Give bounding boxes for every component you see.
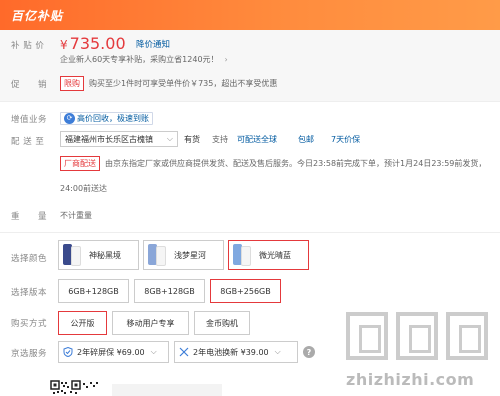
address-text: 福建福州市长乐区古槐镇 (65, 135, 153, 144)
phone-thumbnail-icon (232, 243, 254, 267)
chevron-down-icon: ⌵ (166, 134, 173, 143)
subsidy-price-label: 补 贴 价 (11, 41, 45, 51)
screen-protection-addon[interactable]: 2年碎屏保 ¥69.00 ⌵ (58, 341, 169, 363)
divider (0, 232, 500, 233)
battery-replacement-addon[interactable]: 2年电池换新 ¥39.00 ⌵ (174, 341, 298, 363)
version-option-label: 8GB+256GB (220, 286, 271, 296)
version-option-6-128[interactable]: 6GB+128GB (58, 279, 129, 303)
site-watermark: zhizhizhi.com (316, 312, 500, 396)
purchase-option-label: 移动用户专享 (126, 318, 175, 328)
address-selector[interactable]: 福建福州市长乐区古槐镇 ⌵ (60, 131, 178, 147)
color-option-blue[interactable]: 微光晴蓝 (228, 240, 309, 270)
limit-tag: 限购 (60, 76, 84, 91)
global-shipping-link[interactable]: 可配送全球 (237, 134, 277, 145)
price-protection-link[interactable]: 7天价保 (331, 134, 360, 145)
subsidy-price: ¥735.00 (60, 34, 126, 53)
color-option-label: 微光晴蓝 (259, 250, 291, 260)
addon-text: 2年碎屏保 ¥69.00 (77, 347, 145, 357)
color-label: 选择颜色 (11, 254, 48, 264)
promotion-text: 购买至少1件时可享受单件价￥735，超出不享受优惠 (89, 79, 278, 88)
purchase-option-public[interactable]: 公开版 (58, 311, 107, 335)
phone-thumbnail-icon (62, 243, 84, 267)
recycle-icon: ⟳ (64, 112, 75, 124)
stock-status: 有货 (184, 135, 200, 144)
subsidy-header: 百亿补贴 (0, 0, 500, 30)
help-icon[interactable]: ? (303, 346, 315, 358)
purchase-option-label: 金币购机 (206, 318, 238, 328)
subsidy-note[interactable]: 企业新人60天专享补贴，采购立省1240元！ › (60, 54, 228, 65)
value-added-label: 增值业务 (11, 115, 48, 125)
subsidy-note-text: 企业新人60天专享补贴，采购立省1240元！ (60, 55, 219, 64)
wrench-icon (179, 347, 189, 357)
version-option-label: 8GB+128GB (144, 286, 195, 296)
purchase-option-label: 公开版 (70, 318, 95, 328)
qr-code-icon (50, 380, 110, 396)
version-label: 选择版本 (11, 288, 48, 298)
color-option-black[interactable]: 神秘黑境 (58, 240, 139, 270)
price-amount: 735.00 (69, 34, 126, 53)
version-option-8-256[interactable]: 8GB+256GB (210, 279, 281, 303)
purchase-mode-label: 购买方式 (11, 319, 48, 329)
color-option-starry[interactable]: 浅梦星河 (143, 240, 224, 270)
brand-title: 百亿补贴 (11, 9, 64, 23)
delivery-notice-line1: 由京东指定厂家或供应商提供发货、配送及售后服务。今日23:58前完成下单，预计1… (105, 159, 487, 168)
chevron-right-icon: › (224, 55, 228, 64)
chevron-down-icon: ⌵ (150, 347, 157, 356)
delivery-notice-line2: 24:00前送达 (60, 184, 108, 193)
promotion-label: 促 销 (11, 80, 48, 90)
support-label: 支持 (212, 135, 228, 144)
purchase-option-gold-coin[interactable]: 金币购机 (194, 311, 250, 335)
color-option-label: 神秘黑境 (89, 250, 121, 260)
jd-service-label: 京选服务 (11, 349, 48, 359)
purchase-option-mobile-user[interactable]: 移动用户专享 (112, 311, 189, 335)
vendor-delivery-tag: 厂商配送 (60, 156, 100, 171)
watermark-text: zhizhizhi.com (346, 370, 475, 389)
phone-thumbnail-icon (147, 243, 169, 267)
addon-text: 2年电池换新 ¥39.00 (193, 347, 269, 357)
color-option-label: 浅梦星河 (174, 250, 206, 260)
weight-value: 不计重量 (60, 211, 92, 220)
watermark-logo-icon (346, 312, 488, 360)
recycle-service-text: 高价回收，极速到账 (77, 113, 149, 123)
recycle-service[interactable]: ⟳ 高价回收，极速到账 (60, 111, 153, 125)
shield-icon (63, 347, 73, 357)
version-option-8-128[interactable]: 8GB+128GB (134, 279, 205, 303)
weight-label: 重 量 (11, 212, 48, 222)
free-shipping-link[interactable]: 包邮 (298, 134, 314, 145)
version-option-label: 6GB+128GB (68, 286, 119, 296)
currency-symbol: ¥ (60, 38, 68, 52)
price-drop-notice-link[interactable]: 降价通知 (136, 38, 170, 50)
chevron-down-icon: ⌵ (274, 347, 281, 356)
bottom-bar (112, 384, 222, 396)
delivery-label: 配 送 至 (11, 137, 45, 147)
